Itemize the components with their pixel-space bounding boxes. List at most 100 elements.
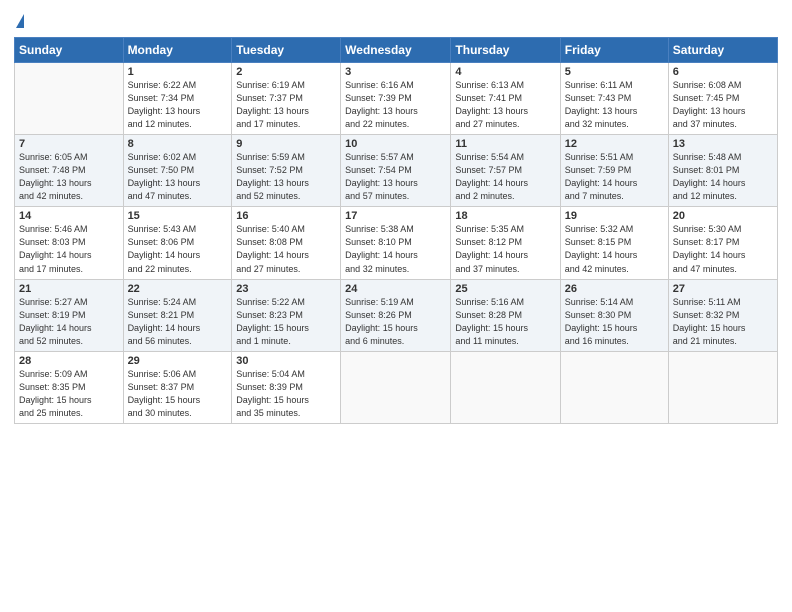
day-cell: 28Sunrise: 5:09 AM Sunset: 8:35 PM Dayli…: [15, 351, 124, 423]
day-number: 28: [19, 355, 119, 367]
logo-triangle-icon: [16, 14, 24, 28]
day-info: Sunrise: 5:24 AM Sunset: 8:21 PM Dayligh…: [128, 296, 228, 348]
day-info: Sunrise: 5:43 AM Sunset: 8:06 PM Dayligh…: [128, 223, 228, 275]
day-cell: 14Sunrise: 5:46 AM Sunset: 8:03 PM Dayli…: [15, 207, 124, 279]
day-cell: 27Sunrise: 5:11 AM Sunset: 8:32 PM Dayli…: [668, 279, 777, 351]
day-info: Sunrise: 5:09 AM Sunset: 8:35 PM Dayligh…: [19, 368, 119, 420]
day-number: 21: [19, 283, 119, 295]
week-row-5: 28Sunrise: 5:09 AM Sunset: 8:35 PM Dayli…: [15, 351, 778, 423]
day-info: Sunrise: 6:11 AM Sunset: 7:43 PM Dayligh…: [565, 79, 664, 131]
day-info: Sunrise: 5:35 AM Sunset: 8:12 PM Dayligh…: [455, 223, 555, 275]
day-cell: 16Sunrise: 5:40 AM Sunset: 8:08 PM Dayli…: [232, 207, 341, 279]
day-cell: 8Sunrise: 6:02 AM Sunset: 7:50 PM Daylig…: [123, 135, 232, 207]
day-number: 14: [19, 210, 119, 222]
day-cell: [560, 351, 668, 423]
day-cell: 21Sunrise: 5:27 AM Sunset: 8:19 PM Dayli…: [15, 279, 124, 351]
day-info: Sunrise: 5:59 AM Sunset: 7:52 PM Dayligh…: [236, 151, 336, 203]
day-cell: 30Sunrise: 5:04 AM Sunset: 8:39 PM Dayli…: [232, 351, 341, 423]
day-cell: 15Sunrise: 5:43 AM Sunset: 8:06 PM Dayli…: [123, 207, 232, 279]
day-info: Sunrise: 5:40 AM Sunset: 8:08 PM Dayligh…: [236, 223, 336, 275]
page: SundayMondayTuesdayWednesdayThursdayFrid…: [0, 0, 792, 612]
day-cell: 20Sunrise: 5:30 AM Sunset: 8:17 PM Dayli…: [668, 207, 777, 279]
day-cell: 5Sunrise: 6:11 AM Sunset: 7:43 PM Daylig…: [560, 63, 668, 135]
day-number: 19: [565, 210, 664, 222]
day-number: 15: [128, 210, 228, 222]
weekday-header-thursday: Thursday: [451, 38, 560, 63]
day-cell: 4Sunrise: 6:13 AM Sunset: 7:41 PM Daylig…: [451, 63, 560, 135]
day-info: Sunrise: 5:30 AM Sunset: 8:17 PM Dayligh…: [673, 223, 773, 275]
day-cell: 3Sunrise: 6:16 AM Sunset: 7:39 PM Daylig…: [341, 63, 451, 135]
day-info: Sunrise: 6:16 AM Sunset: 7:39 PM Dayligh…: [345, 79, 446, 131]
day-number: 26: [565, 283, 664, 295]
day-cell: 18Sunrise: 5:35 AM Sunset: 8:12 PM Dayli…: [451, 207, 560, 279]
day-number: 11: [455, 138, 555, 150]
weekday-header-saturday: Saturday: [668, 38, 777, 63]
day-number: 23: [236, 283, 336, 295]
day-cell: [451, 351, 560, 423]
week-row-3: 14Sunrise: 5:46 AM Sunset: 8:03 PM Dayli…: [15, 207, 778, 279]
day-number: 9: [236, 138, 336, 150]
day-number: 2: [236, 66, 336, 78]
day-number: 24: [345, 283, 446, 295]
day-info: Sunrise: 5:51 AM Sunset: 7:59 PM Dayligh…: [565, 151, 664, 203]
day-cell: 12Sunrise: 5:51 AM Sunset: 7:59 PM Dayli…: [560, 135, 668, 207]
day-cell: [668, 351, 777, 423]
day-info: Sunrise: 5:06 AM Sunset: 8:37 PM Dayligh…: [128, 368, 228, 420]
day-cell: 11Sunrise: 5:54 AM Sunset: 7:57 PM Dayli…: [451, 135, 560, 207]
day-cell: 6Sunrise: 6:08 AM Sunset: 7:45 PM Daylig…: [668, 63, 777, 135]
weekday-header-row: SundayMondayTuesdayWednesdayThursdayFrid…: [15, 38, 778, 63]
week-row-1: 1Sunrise: 6:22 AM Sunset: 7:34 PM Daylig…: [15, 63, 778, 135]
day-number: 5: [565, 66, 664, 78]
day-info: Sunrise: 6:19 AM Sunset: 7:37 PM Dayligh…: [236, 79, 336, 131]
logo: [14, 10, 24, 29]
day-cell: 9Sunrise: 5:59 AM Sunset: 7:52 PM Daylig…: [232, 135, 341, 207]
day-cell: 29Sunrise: 5:06 AM Sunset: 8:37 PM Dayli…: [123, 351, 232, 423]
day-info: Sunrise: 6:08 AM Sunset: 7:45 PM Dayligh…: [673, 79, 773, 131]
day-number: 30: [236, 355, 336, 367]
day-cell: 7Sunrise: 6:05 AM Sunset: 7:48 PM Daylig…: [15, 135, 124, 207]
day-number: 1: [128, 66, 228, 78]
day-number: 17: [345, 210, 446, 222]
calendar-table: SundayMondayTuesdayWednesdayThursdayFrid…: [14, 37, 778, 424]
day-info: Sunrise: 6:02 AM Sunset: 7:50 PM Dayligh…: [128, 151, 228, 203]
day-info: Sunrise: 5:04 AM Sunset: 8:39 PM Dayligh…: [236, 368, 336, 420]
day-info: Sunrise: 5:19 AM Sunset: 8:26 PM Dayligh…: [345, 296, 446, 348]
day-cell: 10Sunrise: 5:57 AM Sunset: 7:54 PM Dayli…: [341, 135, 451, 207]
day-cell: [15, 63, 124, 135]
weekday-header-friday: Friday: [560, 38, 668, 63]
day-number: 27: [673, 283, 773, 295]
day-info: Sunrise: 5:16 AM Sunset: 8:28 PM Dayligh…: [455, 296, 555, 348]
day-info: Sunrise: 5:14 AM Sunset: 8:30 PM Dayligh…: [565, 296, 664, 348]
weekday-header-tuesday: Tuesday: [232, 38, 341, 63]
day-info: Sunrise: 6:22 AM Sunset: 7:34 PM Dayligh…: [128, 79, 228, 131]
day-info: Sunrise: 5:54 AM Sunset: 7:57 PM Dayligh…: [455, 151, 555, 203]
weekday-header-monday: Monday: [123, 38, 232, 63]
day-number: 10: [345, 138, 446, 150]
day-cell: 2Sunrise: 6:19 AM Sunset: 7:37 PM Daylig…: [232, 63, 341, 135]
weekday-header-wednesday: Wednesday: [341, 38, 451, 63]
week-row-4: 21Sunrise: 5:27 AM Sunset: 8:19 PM Dayli…: [15, 279, 778, 351]
day-cell: 22Sunrise: 5:24 AM Sunset: 8:21 PM Dayli…: [123, 279, 232, 351]
day-number: 8: [128, 138, 228, 150]
day-info: Sunrise: 5:22 AM Sunset: 8:23 PM Dayligh…: [236, 296, 336, 348]
day-cell: 26Sunrise: 5:14 AM Sunset: 8:30 PM Dayli…: [560, 279, 668, 351]
day-cell: 24Sunrise: 5:19 AM Sunset: 8:26 PM Dayli…: [341, 279, 451, 351]
day-number: 7: [19, 138, 119, 150]
day-cell: 19Sunrise: 5:32 AM Sunset: 8:15 PM Dayli…: [560, 207, 668, 279]
day-number: 20: [673, 210, 773, 222]
day-number: 16: [236, 210, 336, 222]
day-number: 29: [128, 355, 228, 367]
day-cell: 23Sunrise: 5:22 AM Sunset: 8:23 PM Dayli…: [232, 279, 341, 351]
day-info: Sunrise: 5:27 AM Sunset: 8:19 PM Dayligh…: [19, 296, 119, 348]
day-number: 25: [455, 283, 555, 295]
day-cell: 13Sunrise: 5:48 AM Sunset: 8:01 PM Dayli…: [668, 135, 777, 207]
day-number: 22: [128, 283, 228, 295]
day-cell: 1Sunrise: 6:22 AM Sunset: 7:34 PM Daylig…: [123, 63, 232, 135]
header: [14, 10, 778, 29]
day-number: 4: [455, 66, 555, 78]
day-cell: [341, 351, 451, 423]
day-number: 13: [673, 138, 773, 150]
day-info: Sunrise: 6:13 AM Sunset: 7:41 PM Dayligh…: [455, 79, 555, 131]
day-info: Sunrise: 5:11 AM Sunset: 8:32 PM Dayligh…: [673, 296, 773, 348]
day-number: 12: [565, 138, 664, 150]
